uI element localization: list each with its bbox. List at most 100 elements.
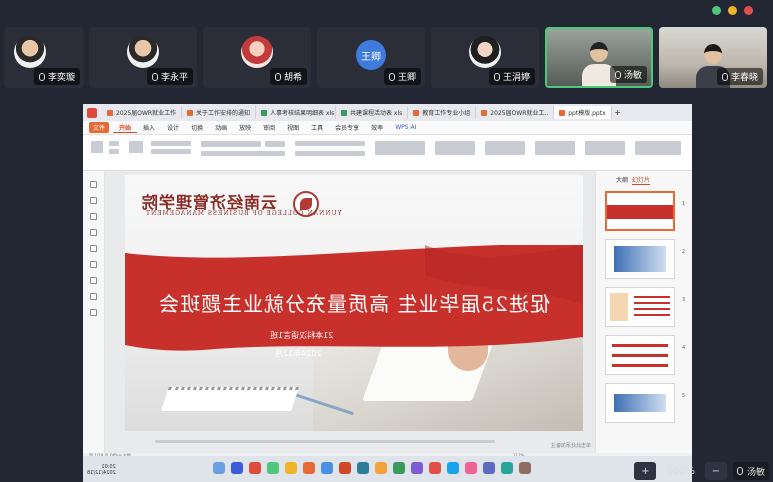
participant-tile[interactable]: 王卿 王卿 xyxy=(317,27,425,88)
taskbar-app-icon[interactable] xyxy=(285,462,297,474)
slide-canvas[interactable]: 云南经济管理学院 YUNNAN COLLEGE OF BUSINESS MANA… xyxy=(105,171,595,453)
participant-name-tag: 李永平 xyxy=(146,68,193,85)
menu-item[interactable]: 切换 xyxy=(185,123,209,132)
document-tab[interactable]: 2025届OWR就业工作 xyxy=(102,106,182,119)
taskbar-app-icon[interactable] xyxy=(357,462,369,474)
participant-tile[interactable]: 李奕璇 xyxy=(4,27,84,88)
taskbar-app-icon[interactable] xyxy=(519,462,531,474)
horizontal-scrollbar[interactable] xyxy=(155,440,495,443)
slides-tab[interactable]: 幻灯片 xyxy=(632,175,651,185)
menu-bar: 文件 开始 插入 设计 切换 动画 放映 审阅 视图 工具 会员专享 效率 WP… xyxy=(83,121,692,135)
alignment-group[interactable] xyxy=(295,151,365,156)
menu-item[interactable]: 插入 xyxy=(137,123,161,132)
tool-icon[interactable] xyxy=(90,197,97,204)
maximize-button[interactable] xyxy=(712,6,721,15)
paragraph-group[interactable] xyxy=(295,141,365,146)
participant-video-tile-active[interactable]: 汤敏 xyxy=(545,27,653,88)
taskbar-app-icon[interactable] xyxy=(231,462,243,474)
taskbar-app-icon[interactable] xyxy=(303,462,315,474)
slide-thumbnail-pane: 大纲 幻灯片 1 2 3 4 5 xyxy=(595,171,692,453)
section-icon[interactable] xyxy=(151,149,191,154)
taskbar-app-icon[interactable] xyxy=(321,462,333,474)
taskbar-app-icon[interactable] xyxy=(501,462,513,474)
avatar xyxy=(469,36,501,68)
menu-item[interactable]: 开始 xyxy=(113,123,138,133)
taskbar-app-icon[interactable] xyxy=(447,462,459,474)
tool-icon[interactable] xyxy=(90,309,97,316)
document-tab-active[interactable]: ppt模版.pptx xyxy=(554,106,612,119)
mic-icon xyxy=(614,70,621,79)
menu-item[interactable]: 效率 xyxy=(365,123,389,132)
styles-group[interactable] xyxy=(485,141,525,155)
select-group[interactable] xyxy=(585,141,625,155)
picture-group[interactable] xyxy=(635,141,681,155)
taskbar-app-icon[interactable] xyxy=(375,462,387,474)
menu-item[interactable]: 工具 xyxy=(305,123,329,132)
file-menu-button[interactable]: 文件 xyxy=(89,122,110,133)
shared-taskbar: 20:01 2024/12/18 xyxy=(83,456,692,482)
participant-tile[interactable]: 李永平 xyxy=(89,27,197,88)
tool-icon[interactable] xyxy=(90,261,97,268)
taskbar-app-icon[interactable] xyxy=(429,462,441,474)
slide-thumbnail[interactable] xyxy=(605,239,675,279)
menu-item[interactable]: 动画 xyxy=(209,123,233,132)
font-format-group[interactable] xyxy=(201,151,285,156)
arrange-group[interactable] xyxy=(435,141,475,155)
taskbar-clock: 20:01 2024/12/18 xyxy=(87,464,116,476)
find-replace-group[interactable] xyxy=(535,141,575,155)
tool-icon[interactable] xyxy=(90,293,97,300)
participant-tile[interactable]: 胡希 xyxy=(203,27,311,88)
tool-icon[interactable] xyxy=(90,181,97,188)
shapes-group[interactable] xyxy=(375,141,425,155)
copy-icon[interactable] xyxy=(109,149,119,154)
menu-item[interactable]: 视图 xyxy=(281,123,305,132)
zoom-out-button[interactable]: − xyxy=(704,462,727,480)
doc-icon xyxy=(413,109,420,116)
participant-video-tile[interactable]: 李春晓 xyxy=(659,27,767,88)
taskbar-app-icon[interactable] xyxy=(249,462,261,474)
presenter-tag[interactable]: 汤敏 xyxy=(732,462,769,480)
doc-icon xyxy=(481,109,488,116)
slide-thumbnail[interactable] xyxy=(605,287,675,327)
slide-thumbnail[interactable] xyxy=(605,335,675,375)
menu-item[interactable]: 放映 xyxy=(233,123,257,132)
minimize-button[interactable] xyxy=(728,6,737,15)
document-tab[interactable]: 关于工作安排的通知 xyxy=(182,106,257,119)
slide-1[interactable]: 云南经济管理学院 YUNNAN COLLEGE OF BUSINESS MANA… xyxy=(125,175,583,431)
new-tab-button[interactable]: + xyxy=(612,108,624,117)
cut-icon[interactable] xyxy=(109,141,119,146)
taskbar-app-icon[interactable] xyxy=(213,462,225,474)
tool-icon[interactable] xyxy=(90,229,97,236)
menu-item[interactable]: 设计 xyxy=(161,123,185,132)
tool-icon[interactable] xyxy=(90,245,97,252)
font-family-select[interactable] xyxy=(201,141,261,147)
notes-placeholder[interactable]: 单击此处添加备注 xyxy=(551,442,591,449)
document-tab[interactable]: 2025届OWR就业工.. xyxy=(476,106,555,119)
taskbar-app-icon[interactable] xyxy=(267,462,279,474)
outline-tab[interactable]: 大纲 xyxy=(616,175,628,184)
font-size-select[interactable] xyxy=(265,141,285,147)
slide-thumbnail[interactable] xyxy=(605,383,675,423)
slide-thumbnail-selected[interactable] xyxy=(605,191,675,231)
tool-icon[interactable] xyxy=(90,213,97,220)
menu-item[interactable]: 审阅 xyxy=(257,123,281,132)
new-slide-icon[interactable] xyxy=(129,141,143,153)
menu-item[interactable]: 会员专享 xyxy=(329,123,365,132)
document-tab[interactable]: 教育工作专业小组 xyxy=(408,106,477,119)
taskbar-app-icon[interactable] xyxy=(339,462,351,474)
taskbar-app-icon[interactable] xyxy=(393,462,405,474)
zoom-in-button[interactable]: + xyxy=(634,462,657,480)
document-tab[interactable]: 人事考核结果明细表 xls xyxy=(256,106,337,119)
taskbar-app-icon[interactable] xyxy=(465,462,477,474)
slide-notebook-graphic xyxy=(161,387,299,411)
document-tab[interactable]: 共建课程活动表 xls xyxy=(336,106,409,119)
mic-icon xyxy=(736,467,743,475)
paste-icon[interactable] xyxy=(91,141,103,153)
tool-icon[interactable] xyxy=(90,277,97,284)
close-button[interactable] xyxy=(744,6,753,15)
taskbar-app-icon[interactable] xyxy=(411,462,423,474)
taskbar-app-icon[interactable] xyxy=(483,462,495,474)
layout-icon[interactable] xyxy=(151,141,191,146)
participant-tile[interactable]: 王涓婷 xyxy=(431,27,539,88)
wps-ai-button[interactable]: WPS AI xyxy=(389,124,422,131)
